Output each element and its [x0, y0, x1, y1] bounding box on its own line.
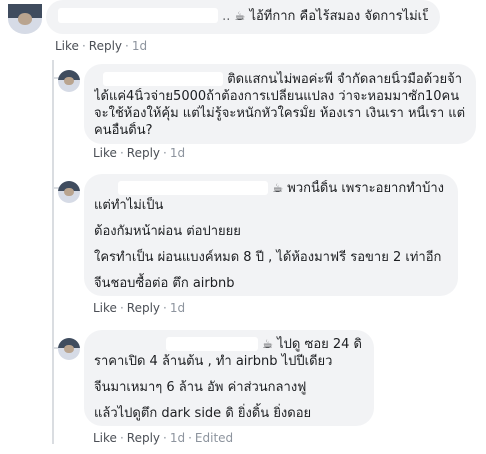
comment-text: จีนมาเหมาๆ 6 ล้าน อัพ ค่าส่วนกลางฟู — [94, 380, 307, 395]
redacted-name — [103, 72, 224, 86]
commenter-avatar[interactable] — [8, 4, 42, 34]
dot-separator: · — [163, 431, 167, 445]
comment-text: ราคาเปิด 4 ล้านต้น , ทำ airbnb ไปปีเดียว — [94, 354, 333, 369]
dot-separator: · — [119, 431, 124, 445]
comment-text: ไปดู ซอย 24 ดิ — [277, 337, 362, 352]
dot-separator: · — [163, 146, 167, 160]
like-button[interactable]: Like — [55, 39, 79, 53]
coffee-cup-icon: ☕ — [234, 9, 246, 23]
comment-text: จะใช้ห้องให้คุ้ม แต่ไม่รู้จะหนักหัวใครมั… — [94, 106, 466, 121]
comment-actions: Like · Reply · 1d — [93, 301, 185, 315]
replier-avatar[interactable] — [58, 338, 80, 360]
comment-bubble: ☕ ไปดู ซอย 24 ดิ ราคาเปิด 4 ล้านต้น , ทำ… — [84, 330, 374, 426]
reply-button[interactable]: Reply — [127, 301, 160, 315]
comment-text: แล้วไปดูตึก dark side ดิ ยิ่งดิ้น ยิ่งดอ… — [94, 406, 312, 421]
comment-bubble: .. ☕ ไอ้ที่กาก คือไร้สมอง จัดการไม่เป็น — [46, 0, 440, 34]
comment-text: แต่ทำไม่เป็น — [94, 198, 164, 213]
comment-timestamp[interactable]: 1d — [170, 146, 185, 160]
edited-label[interactable]: Edited — [195, 431, 233, 445]
dot-separator: · — [119, 301, 124, 315]
reply-button[interactable]: Reply — [127, 431, 160, 445]
replier-avatar[interactable] — [58, 70, 80, 92]
reply-button[interactable]: Reply — [127, 146, 160, 160]
coffee-cup-icon: ☕ — [272, 181, 284, 195]
comment-timestamp[interactable]: 1d — [170, 301, 185, 315]
redacted-name — [118, 181, 269, 195]
comment-bubble: ติดแสกนไม่พอค่ะพี่ จำกัดลายนิ้วมือด้วยจ้… — [84, 64, 476, 144]
comment-timestamp[interactable]: 1d — [132, 39, 147, 53]
comment-text: ได้แค่4นิ้วจ่าย5000ถ้าต้องการเปลี่ยนแปลง… — [94, 89, 460, 104]
dot-separator: · — [125, 39, 129, 53]
comment-text: ต้องกัมหน้าผ่อน ต่อปายยย — [94, 224, 241, 239]
comment-text: พวกนี้ดิ้น เพราะอยากทำบ้าง — [287, 181, 444, 196]
dot-separator: · — [81, 39, 86, 53]
comment-actions: Like · Reply · 1d — [93, 146, 185, 160]
like-button[interactable]: Like — [93, 431, 117, 445]
dot-separator: · — [188, 431, 192, 445]
dot-separator: · — [119, 146, 124, 160]
comment-text: ติดแสกนไม่พอค่ะพี่ จำกัดลายนิ้วมือด้วยจ้… — [227, 72, 462, 87]
coffee-cup-icon: ☕ — [262, 337, 273, 351]
comment-timestamp[interactable]: 1d — [170, 431, 185, 445]
replier-avatar[interactable] — [58, 181, 80, 203]
comment-actions: Like · Reply · 1d — [55, 39, 147, 53]
comment-text: คนอื่นดิ้น? — [94, 123, 153, 138]
reply-button[interactable]: Reply — [89, 39, 122, 53]
redacted-name — [166, 337, 259, 351]
comment-bubble: ☕ พวกนี้ดิ้น เพราะอยากทำบ้าง แต่ทำไม่เป็… — [84, 174, 458, 296]
reply-thread-line — [52, 60, 54, 444]
like-button[interactable]: Like — [93, 146, 117, 160]
redacted-name — [58, 8, 218, 23]
dot-separator: · — [163, 301, 167, 315]
like-button[interactable]: Like — [93, 301, 117, 315]
comment-actions: Like · Reply · 1d · Edited — [93, 431, 233, 445]
comment-text: ไอ้ที่กาก คือไร้สมอง จัดการไม่เป็น — [249, 9, 428, 24]
comment-text: ใครทำเป็น ผ่อนแบงค์หมด 8 ปี , ได้ห้องมาฟ… — [94, 250, 442, 265]
comment-text: จีนชอบซื้อต่อ ตึก airbnb — [94, 276, 235, 291]
